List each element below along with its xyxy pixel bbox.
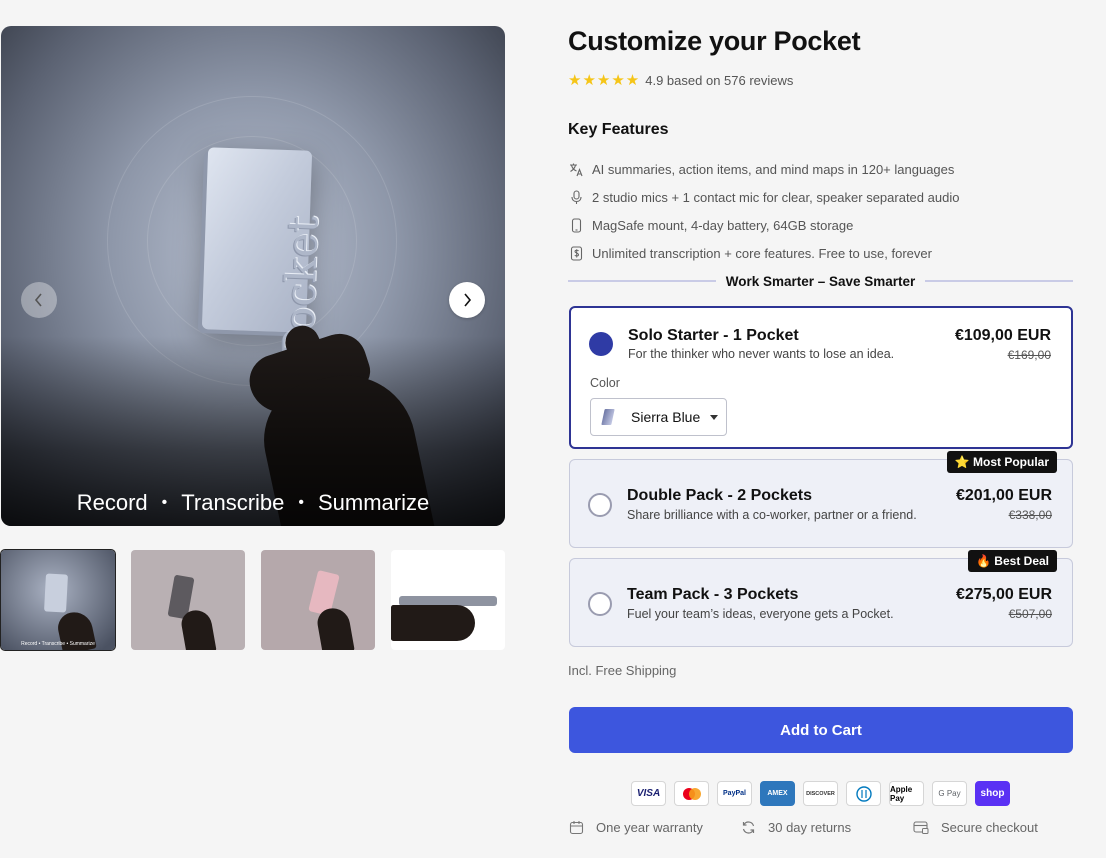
microphone-icon <box>568 189 584 205</box>
paypal-icon: PayPal <box>717 781 752 806</box>
plan-price: €275,00 EUR <box>955 586 1052 603</box>
plan-radio[interactable] <box>588 592 612 616</box>
divider-line <box>925 280 1074 282</box>
tagline-record: Record <box>76 490 148 515</box>
warranty-text: One year warranty <box>596 820 703 835</box>
google-pay-icon: G Pay <box>932 781 967 806</box>
plan-old-price: €507,00 <box>1008 607 1052 621</box>
plan-price: €201,00 EUR <box>955 487 1052 504</box>
chevron-left-icon <box>34 293 42 307</box>
best-deal-badge: 🔥 Best Deal <box>968 550 1057 572</box>
discover-label: DISCOVER <box>806 790 835 797</box>
discover-icon: DISCOVER <box>803 781 838 806</box>
feature-text: AI summaries, action items, and mind map… <box>592 161 955 177</box>
next-image-button[interactable] <box>449 282 485 318</box>
color-select[interactable]: Sierra Blue <box>590 398 727 436</box>
plan-option-double[interactable]: ⭐ Most Popular Double Pack - 2 Pockets S… <box>569 451 1073 548</box>
plan-name: Team Pack - 3 Pockets <box>627 586 799 603</box>
visa-icon: VISA <box>631 781 666 806</box>
plan-description: Fuel your team’s ideas, everyone gets a … <box>627 607 894 621</box>
hero-image: Pocket Record • Transcribe • Summarize <box>1 26 505 526</box>
plan-radio[interactable] <box>589 332 613 356</box>
returns-badge: 30 day returns <box>741 820 851 835</box>
caret-down-icon <box>710 414 719 420</box>
plan-option-team[interactable]: 🔥 Best Deal Team Pack - 3 Pockets Fuel y… <box>569 550 1073 647</box>
color-swatch <box>601 409 615 425</box>
shop-pay-label: shop <box>980 788 1005 799</box>
thumbnail-strip: Record • Transcribe • Summarize <box>0 549 505 651</box>
chevron-right-icon <box>464 293 472 307</box>
color-label: Color <box>590 376 620 390</box>
tagline-dot: • <box>298 494 304 511</box>
thumb-hand <box>391 605 475 641</box>
thumb-device <box>44 573 68 613</box>
rating-text: 4.9 based on 576 reviews <box>645 72 794 88</box>
feature-item: AI summaries, action items, and mind map… <box>568 155 959 183</box>
mastercard-icon <box>674 781 709 806</box>
phone-icon <box>568 217 584 233</box>
amex-label: AMEX <box>767 790 788 797</box>
star-rating-icon: ★★★★★ <box>568 72 641 89</box>
refresh-icon <box>742 821 755 834</box>
tagline-dot: • <box>161 494 168 511</box>
diners-icon <box>846 781 881 806</box>
paypal-label: PayPal <box>723 790 746 797</box>
most-popular-badge: ⭐ Most Popular <box>946 451 1057 473</box>
divider-line <box>568 280 716 282</box>
thumb-hand <box>315 605 355 650</box>
feature-text: MagSafe mount, 4-day battery, 64GB stora… <box>592 217 854 233</box>
pocket-device: Pocket <box>201 147 328 359</box>
feature-item: Unlimited transcription + core features.… <box>568 239 959 267</box>
offer-divider: Work Smarter – Save Smarter <box>568 271 1074 291</box>
page-title: Customize your Pocket <box>568 26 861 56</box>
visa-label: VISA <box>636 788 661 799</box>
thumbnail-2[interactable] <box>131 550 245 650</box>
secure-checkout-text: Secure checkout <box>941 820 1038 835</box>
feature-list: AI summaries, action items, and mind map… <box>568 155 959 267</box>
secure-checkout-badge: Secure checkout <box>913 820 1038 835</box>
tagline-transcribe: Transcribe <box>181 490 285 515</box>
plan-name: Double Pack - 2 Pockets <box>627 487 812 504</box>
plan-radio[interactable] <box>588 493 612 517</box>
key-features-title: Key Features <box>568 121 669 138</box>
add-to-cart-button[interactable]: Add to Cart <box>569 707 1073 753</box>
feature-text: 2 studio mics + 1 contact mic for clear,… <box>592 189 960 205</box>
plan-description: Share brilliance with a co-worker, partn… <box>627 508 917 522</box>
plan-option-solo[interactable]: Solo Starter - 1 Pocket For the thinker … <box>569 306 1073 449</box>
feature-item: MagSafe mount, 4-day battery, 64GB stora… <box>568 211 959 239</box>
thumbnail-4[interactable] <box>391 550 505 650</box>
plan-old-price: €338,00 <box>1008 508 1052 522</box>
offer-divider-text: Work Smarter – Save Smarter <box>725 273 916 289</box>
plan-old-price: €169,00 <box>1007 348 1051 362</box>
dollar-icon <box>568 245 584 261</box>
warranty-badge: One year warranty <box>569 820 703 835</box>
payment-methods: VISA PayPal AMEX DISCOVER Apple Pay G Pa… <box>631 781 1010 806</box>
feature-item: 2 studio mics + 1 contact mic for clear,… <box>568 183 959 211</box>
thumbnail-3[interactable] <box>261 550 375 650</box>
secure-card-icon <box>913 821 929 834</box>
hero-tagline: Record • Transcribe • Summarize <box>1 490 505 516</box>
plan-name: Solo Starter - 1 Pocket <box>628 327 799 344</box>
thumb-caption: Record • Transcribe • Summarize <box>21 641 95 647</box>
amex-icon: AMEX <box>760 781 795 806</box>
tagline-summarize: Summarize <box>318 490 430 515</box>
returns-text: 30 day returns <box>768 820 852 835</box>
plan-description: For the thinker who never wants to lose … <box>628 347 895 361</box>
color-value: Sierra Blue <box>631 409 701 425</box>
prev-image-button[interactable] <box>21 282 57 318</box>
calendar-icon <box>569 821 584 835</box>
plan-price: €109,00 EUR <box>954 327 1051 344</box>
thumb-hand <box>179 607 217 650</box>
google-pay-label: G Pay <box>938 789 961 798</box>
thumbnail-1[interactable]: Record • Transcribe • Summarize <box>0 549 116 651</box>
apple-pay-label: Apple Pay <box>890 784 913 803</box>
feature-text: Unlimited transcription + core features.… <box>592 245 932 261</box>
shipping-note: Incl. Free Shipping <box>568 663 677 678</box>
translate-icon <box>568 161 584 177</box>
rating-summary[interactable]: ★★★★★ 4.9 based on 576 reviews <box>568 71 793 89</box>
shop-pay-icon: shop <box>975 781 1010 806</box>
apple-pay-icon: Apple Pay <box>889 781 924 806</box>
